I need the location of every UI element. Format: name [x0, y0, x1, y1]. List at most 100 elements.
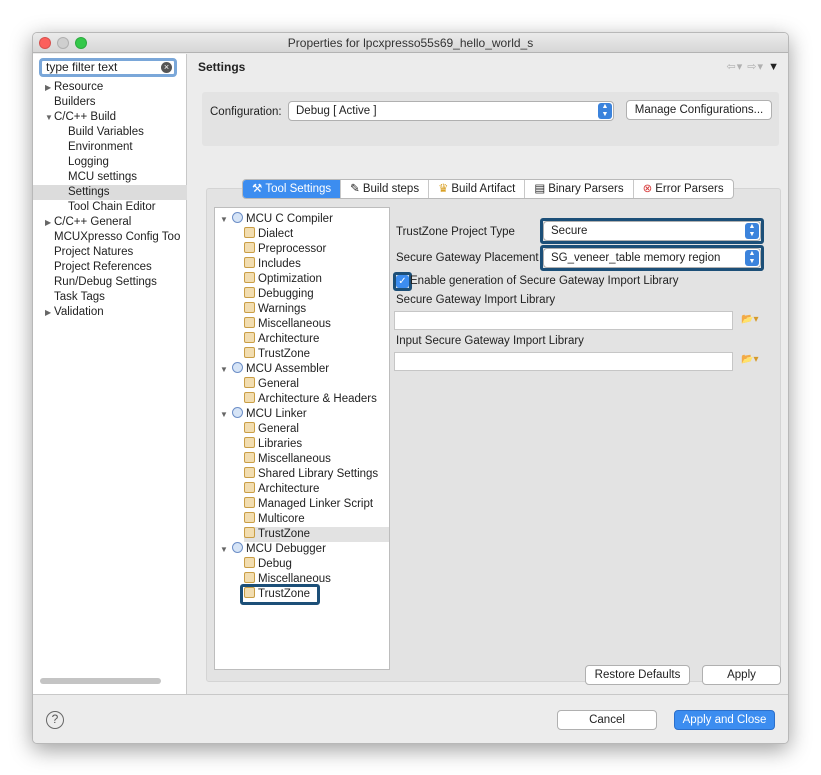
tool-option-icon [244, 227, 255, 238]
collapsed-arrow-icon[interactable]: ▶ [45, 215, 51, 230]
tree-item[interactable]: Includes [244, 257, 389, 272]
tree-item[interactable]: Miscellaneous [244, 317, 389, 332]
sidebar-item[interactable]: ▼ C/C++ Build [33, 110, 187, 125]
tab-binary-parsers[interactable]: ▤ Binary Parsers [525, 180, 634, 198]
apply-button[interactable]: Apply [702, 665, 781, 685]
tree-item[interactable]: TrustZone [244, 527, 389, 542]
sidebar-item[interactable]: Tool Chain Editor [33, 200, 187, 215]
collapsed-arrow-icon[interactable]: ▶ [45, 305, 51, 320]
help-icon[interactable]: ? [46, 711, 64, 729]
tab-build-steps[interactable]: ✎ Build steps [341, 180, 430, 198]
filter-input[interactable]: type filter text × [39, 58, 177, 77]
history-navigation[interactable]: ⇦▾ ⇨▾ ▼ [726, 60, 780, 73]
view-menu-icon[interactable]: ▼ [768, 61, 780, 73]
sidebar-horizontal-scrollbar[interactable] [40, 678, 161, 684]
configuration-select[interactable]: Debug [ Active ] ▲ ▼ [288, 101, 614, 121]
sidebar-item[interactable]: Project References [33, 260, 187, 275]
tree-item-label: Debug [258, 558, 292, 570]
restore-defaults-button[interactable]: Restore Defaults [585, 665, 690, 685]
tab-build-artifact[interactable]: ♛ Build Artifact [429, 180, 526, 198]
forward-arrow-icon[interactable]: ⇨▾ [747, 61, 764, 73]
sidebar-item[interactable]: ▶ Validation [33, 305, 187, 320]
sidebar-item-label: Task Tags [54, 291, 105, 303]
tree-item[interactable]: TrustZone [244, 347, 389, 362]
settings-page: Settings ⇦▾ ⇨▾ ▼ Configuration: Debug [ … [188, 54, 788, 694]
tree-item[interactable]: Optimization [244, 272, 389, 287]
expanded-arrow-icon[interactable]: ▼ [220, 362, 228, 377]
sidebar-item[interactable]: Project Natures [33, 245, 187, 260]
tree-item[interactable]: Architecture [244, 332, 389, 347]
sidebar-item[interactable]: Build Variables [33, 125, 187, 140]
tree-group[interactable]: ▼ MCU C Compiler [220, 212, 333, 227]
expanded-arrow-icon[interactable]: ▼ [220, 407, 228, 422]
properties-dialog: Properties for lpcxpresso55s69_hello_wor… [32, 32, 789, 744]
tree-item[interactable]: Warnings [244, 302, 389, 317]
sidebar-item[interactable]: MCUXpresso Config Too [33, 230, 187, 245]
expanded-arrow-icon[interactable]: ▼ [220, 212, 228, 227]
tree-item-label: Managed Linker Script [258, 498, 374, 510]
tree-item[interactable]: Debug [244, 557, 389, 572]
sidebar-item[interactable]: ▶ C/C++ General [33, 215, 187, 230]
tool-group-icon [232, 362, 243, 373]
tree-item[interactable]: Architecture [244, 482, 389, 497]
tree-item-label: Architecture [258, 483, 320, 495]
tree-item[interactable]: General [244, 377, 389, 392]
configuration-label: Configuration: [210, 106, 282, 118]
apply-and-close-button[interactable]: Apply and Close [674, 710, 775, 730]
input-import-library-field[interactable] [394, 352, 733, 371]
highlight-box [540, 245, 764, 271]
manage-configurations-button[interactable]: Manage Configurations... [626, 100, 772, 120]
title-bar: Properties for lpcxpresso55s69_hello_wor… [33, 33, 788, 53]
tree-item-label: Dialect [258, 228, 294, 240]
back-arrow-icon[interactable]: ⇦▾ [726, 61, 743, 73]
tool-option-icon [244, 302, 255, 313]
sidebar-item-label: Logging [68, 156, 109, 168]
sidebar-item-label: MCUXpresso Config Too [54, 231, 181, 243]
secure-gateway-placement-label: Secure Gateway Placement [396, 252, 539, 264]
tree-item-label: Architecture & Headers [258, 393, 377, 405]
sidebar-item[interactable]: Environment [33, 140, 187, 155]
browse-folder-icon[interactable]: 📂▾ [741, 314, 758, 325]
tool-option-icon [244, 527, 255, 538]
tree-item[interactable]: Managed Linker Script [244, 497, 389, 512]
expanded-arrow-icon[interactable]: ▼ [220, 542, 228, 557]
tree-item[interactable]: Shared Library Settings [244, 467, 389, 482]
browse-folder-icon[interactable]: 📂▾ [741, 354, 758, 365]
minimize-window-button[interactable] [57, 37, 69, 49]
sidebar-item-label: Environment [68, 141, 133, 153]
import-library-field[interactable] [394, 311, 733, 330]
sidebar-item[interactable]: ▶ Resource [33, 80, 187, 95]
binary-parsers-icon: ▤ [534, 183, 546, 195]
sidebar-item[interactable]: Task Tags [33, 290, 187, 305]
cancel-button[interactable]: Cancel [557, 710, 657, 730]
clear-filter-icon[interactable]: × [161, 62, 172, 73]
tree-group[interactable]: ▼ MCU Debugger [220, 542, 326, 557]
tree-item-label: Debugging [258, 288, 314, 300]
tree-item[interactable]: Dialect [244, 227, 389, 242]
tree-item[interactable]: General [244, 422, 389, 437]
tree-item-label: Libraries [258, 438, 303, 450]
tab-tool-settings[interactable]: ⚒ Tool Settings [243, 180, 342, 198]
sidebar-item[interactable]: Builders [33, 95, 187, 110]
tree-item[interactable]: Debugging [244, 287, 389, 302]
sidebar-item-label: MCU settings [68, 171, 138, 183]
sidebar-item[interactable]: Logging [33, 155, 187, 170]
sidebar-item[interactable]: Run/Debug Settings [33, 275, 187, 290]
tab-error-parsers[interactable]: ⊗ Error Parsers [634, 180, 733, 198]
tree-item[interactable]: Libraries [244, 437, 389, 452]
zoom-window-button[interactable] [75, 37, 87, 49]
tree-item[interactable]: Miscellaneous [244, 452, 389, 467]
tree-group[interactable]: ▼ MCU Assembler [220, 362, 329, 377]
tree-item[interactable]: Multicore [244, 512, 389, 527]
tree-group[interactable]: ▼ MCU Linker [220, 407, 307, 422]
collapsed-arrow-icon[interactable]: ▶ [45, 80, 51, 95]
highlight-box [540, 218, 764, 244]
sidebar-item[interactable]: MCU settings [33, 170, 187, 185]
expanded-arrow-icon[interactable]: ▼ [45, 110, 53, 125]
tree-item[interactable]: Architecture & Headers [244, 392, 389, 407]
tool-option-icon [244, 482, 255, 493]
tree-item[interactable]: Preprocessor [244, 242, 389, 257]
tab-label: Tool Settings [265, 183, 332, 195]
close-window-button[interactable] [39, 37, 51, 49]
sidebar-item[interactable]: Settings [33, 185, 187, 200]
